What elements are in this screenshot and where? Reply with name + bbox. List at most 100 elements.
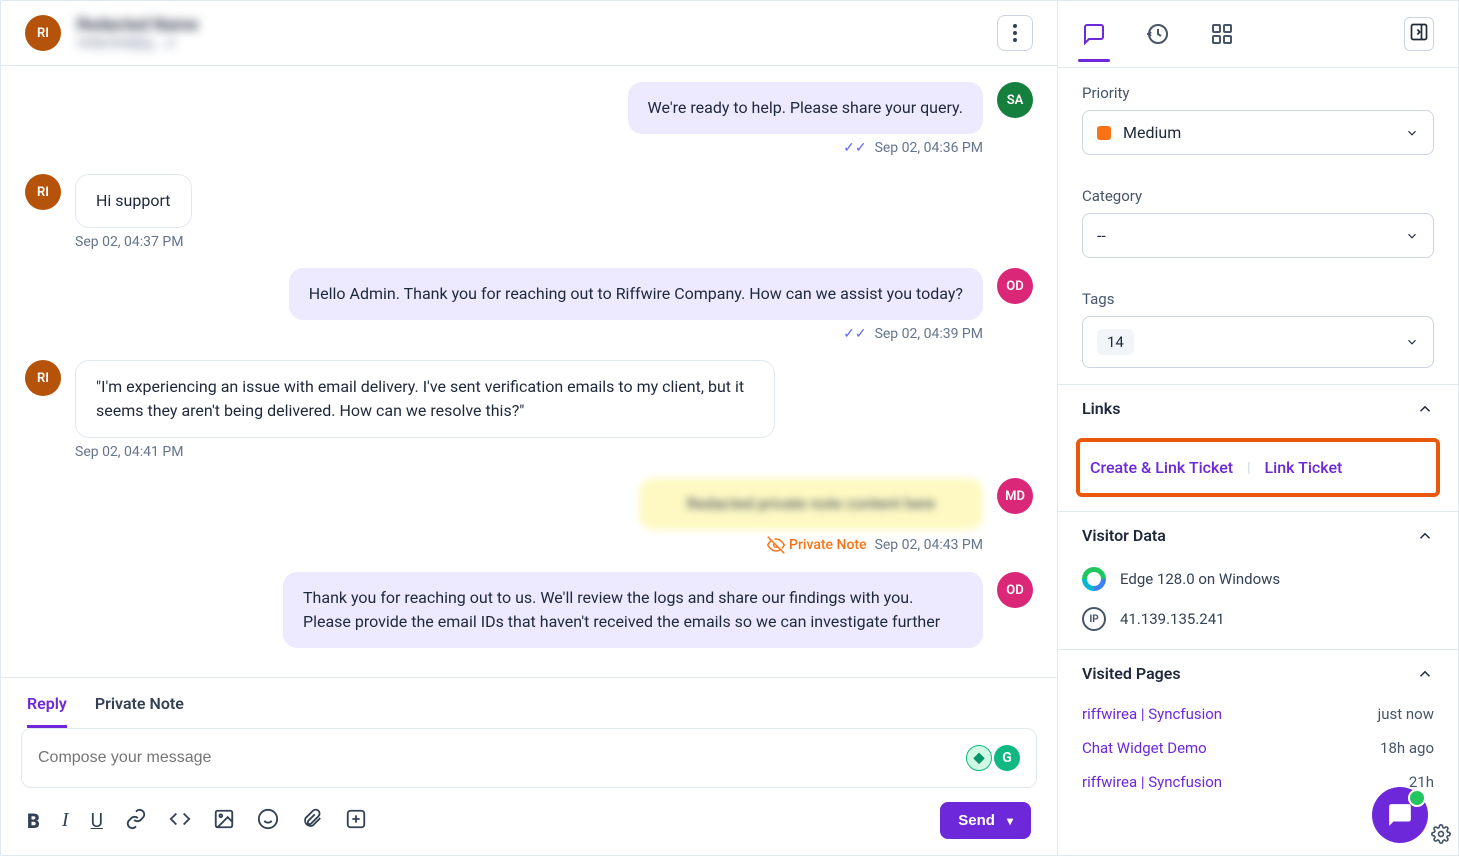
writing-assist[interactable]: ◆ G bbox=[966, 745, 1020, 771]
priority-select[interactable]: Medium bbox=[1082, 110, 1434, 155]
tag-chip: 14 bbox=[1097, 329, 1134, 355]
send-button[interactable]: Send ▾ bbox=[940, 802, 1031, 839]
read-receipt-icon: ✓✓ bbox=[843, 326, 866, 342]
message-row: Hello Admin. Thank you for reaching out … bbox=[25, 268, 1033, 320]
chevron-up-icon bbox=[1416, 400, 1434, 418]
tags-select[interactable]: 14 bbox=[1082, 316, 1434, 368]
message-list[interactable]: We're ready to help. Please share your q… bbox=[1, 66, 1057, 677]
message-bubble: We're ready to help. Please share your q… bbox=[628, 82, 984, 134]
settings-gear-icon[interactable] bbox=[1431, 824, 1451, 848]
details-sidebar: Priority Medium Category -- Tags 14 Link… bbox=[1058, 1, 1458, 855]
category-select[interactable]: -- bbox=[1082, 213, 1434, 258]
grammarly-icon: G bbox=[994, 745, 1020, 771]
ip-icon: IP bbox=[1082, 607, 1106, 631]
message-row: Redacted private note content here MD bbox=[25, 478, 1033, 530]
tab-private-note[interactable]: Private Note bbox=[95, 694, 184, 728]
italic-button[interactable]: I bbox=[62, 809, 69, 832]
format-toolbar: B I U Send ▾ bbox=[21, 788, 1037, 839]
priority-label: Priority bbox=[1082, 84, 1434, 102]
chevron-up-icon bbox=[1416, 665, 1434, 683]
customer-email: redacted@g....n bbox=[77, 35, 997, 51]
image-button[interactable] bbox=[213, 808, 235, 834]
visitor-ip-row: IP 41.139.135.241 bbox=[1058, 599, 1458, 639]
sender-avatar: RI bbox=[25, 174, 61, 210]
underline-button[interactable]: U bbox=[91, 809, 103, 832]
message-bubble: Redacted private note content here bbox=[639, 478, 983, 530]
visited-page-link[interactable]: Chat Widget Demo bbox=[1082, 739, 1207, 757]
message-bubble: Thank you for reaching out to us. We'll … bbox=[283, 572, 983, 648]
message-timestamp: Private NoteSep 02, 04:43 PM bbox=[25, 536, 983, 554]
message-bubble: Hello Admin. Thank you for reaching out … bbox=[289, 268, 983, 320]
message-bubble: "I'm experiencing an issue with email de… bbox=[75, 360, 775, 438]
collapse-sidebar-button[interactable] bbox=[1404, 17, 1434, 51]
read-receipt-icon: ✓✓ bbox=[843, 140, 866, 156]
emoji-button[interactable] bbox=[257, 808, 279, 834]
tab-reply[interactable]: Reply bbox=[27, 694, 67, 728]
ip-value: 41.139.135.241 bbox=[1120, 610, 1225, 628]
visited-page-link[interactable]: riffwirea | Syncfusion bbox=[1082, 705, 1222, 723]
chevron-down-icon bbox=[1405, 229, 1419, 243]
sender-avatar: OD bbox=[997, 572, 1033, 608]
visitor-data-title: Visitor Data bbox=[1082, 526, 1166, 545]
composer: Reply Private Note ◆ G B I U bbox=[1, 677, 1057, 855]
tags-section: Tags 14 bbox=[1058, 274, 1458, 384]
visited-pages-title: Visited Pages bbox=[1082, 664, 1181, 683]
create-link-ticket-button[interactable]: Create & Link Ticket bbox=[1090, 458, 1233, 477]
message-bubble: Hi support bbox=[75, 174, 192, 228]
main-panel: RI Redacted Name redacted@g....n We're r… bbox=[1, 1, 1058, 855]
composer-tabs: Reply Private Note bbox=[21, 678, 1037, 728]
send-label: Send bbox=[958, 812, 995, 829]
composer-input-area[interactable]: ◆ G bbox=[21, 728, 1037, 788]
canned-response-button[interactable] bbox=[345, 808, 367, 834]
assist-icon: ◆ bbox=[966, 745, 992, 771]
sender-avatar: MD bbox=[997, 478, 1033, 514]
message-row: Thank you for reaching out to us. We'll … bbox=[25, 572, 1033, 648]
sender-avatar: SA bbox=[997, 82, 1033, 118]
link-button[interactable] bbox=[125, 808, 147, 834]
code-button[interactable] bbox=[169, 808, 191, 834]
priority-section: Priority Medium bbox=[1058, 68, 1458, 171]
sender-avatar: RI bbox=[25, 360, 61, 396]
chevron-down-icon bbox=[1405, 126, 1419, 140]
category-section: Category -- bbox=[1058, 171, 1458, 274]
customer-avatar: RI bbox=[25, 15, 61, 51]
tags-label: Tags bbox=[1082, 290, 1434, 308]
link-ticket-button[interactable]: Link Ticket bbox=[1265, 458, 1343, 477]
message-timestamp: ✓✓Sep 02, 04:36 PM bbox=[25, 140, 983, 156]
conversation-header: RI Redacted Name redacted@g....n bbox=[1, 1, 1057, 66]
attachment-button[interactable] bbox=[301, 808, 323, 834]
message-row: RI Hi support bbox=[25, 174, 1033, 228]
chat-widget-fab[interactable] bbox=[1372, 787, 1428, 843]
chevron-down-icon: ▾ bbox=[1007, 814, 1013, 828]
priority-color-icon bbox=[1097, 126, 1111, 140]
chevron-down-icon bbox=[1405, 335, 1419, 349]
sidebar-tabs bbox=[1058, 1, 1458, 68]
edge-browser-icon bbox=[1082, 567, 1106, 591]
message-input[interactable] bbox=[38, 749, 956, 767]
more-options-button[interactable] bbox=[997, 15, 1033, 51]
message-timestamp: Sep 02, 04:41 PM bbox=[75, 444, 1033, 460]
visited-page-row: riffwirea | Syncfusionjust now bbox=[1058, 697, 1458, 731]
bold-button[interactable]: B bbox=[27, 809, 40, 833]
message-timestamp: ✓✓Sep 02, 04:39 PM bbox=[25, 326, 983, 342]
tab-apps[interactable] bbox=[1210, 22, 1234, 46]
visitor-browser-row: Edge 128.0 on Windows bbox=[1058, 559, 1458, 599]
visited-time: 18h ago bbox=[1380, 739, 1434, 757]
visitor-data-header[interactable]: Visitor Data bbox=[1058, 512, 1458, 559]
message-row: RI "I'm experiencing an issue with email … bbox=[25, 360, 1033, 438]
links-actions-highlight: Create & Link Ticket | Link Ticket bbox=[1076, 438, 1440, 497]
visited-page-link[interactable]: riffwirea | Syncfusion bbox=[1082, 773, 1222, 791]
tab-history[interactable] bbox=[1146, 22, 1170, 46]
sender-avatar: OD bbox=[997, 268, 1033, 304]
visited-pages-header[interactable]: Visited Pages bbox=[1058, 650, 1458, 697]
tab-conversation-info[interactable] bbox=[1082, 22, 1106, 46]
priority-value: Medium bbox=[1123, 123, 1181, 142]
visited-time: 21h bbox=[1409, 773, 1434, 791]
customer-name: Redacted Name bbox=[77, 15, 997, 35]
visited-page-row: Chat Widget Demo 18h ago bbox=[1058, 731, 1458, 765]
kebab-icon bbox=[1013, 24, 1017, 42]
separator: | bbox=[1247, 460, 1250, 476]
category-label: Category bbox=[1082, 187, 1434, 205]
links-header[interactable]: Links bbox=[1058, 385, 1458, 432]
message-row: We're ready to help. Please share your q… bbox=[25, 82, 1033, 134]
